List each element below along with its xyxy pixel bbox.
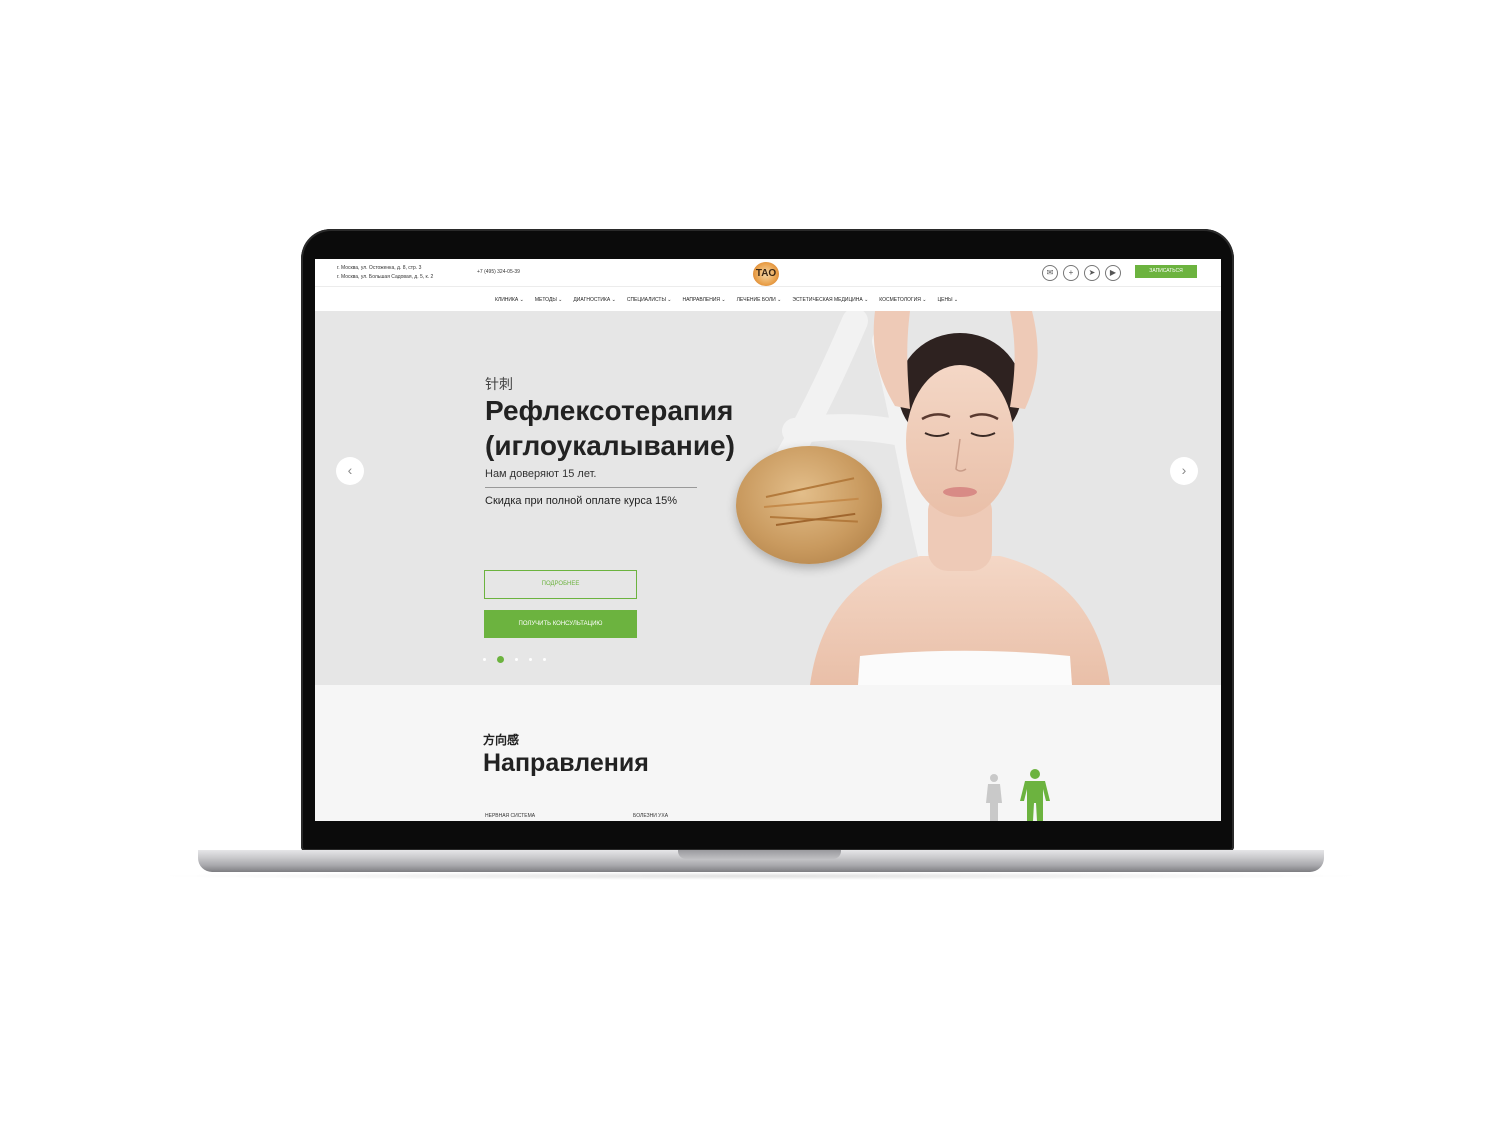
website-screen: г. Москва, ул. Остоженка, д. 8, стр. 3 г… (315, 259, 1221, 821)
laptop-notch (678, 850, 841, 859)
youtube-icon[interactable]: ▶ (1105, 265, 1121, 281)
hero-divider (485, 487, 697, 488)
phone-link[interactable]: +7 (495) 324-05-39 (477, 269, 520, 275)
nav-item-specialists[interactable]: СПЕЦИАЛИСТЫ ⌄ (627, 297, 672, 303)
address-2: г. Москва, ул. Большая Садовая, д. 5, к.… (337, 274, 434, 280)
slider-dot[interactable] (515, 658, 518, 661)
category-ear-diseases[interactable]: БОЛЕЗНИ УХА (633, 813, 668, 819)
category-nervous-system[interactable]: НЕРВНАЯ СИСТЕМА (485, 813, 535, 819)
address-1: г. Москва, ул. Остоженка, д. 8, стр. 3 (337, 265, 422, 271)
nav-item-cosmetology[interactable]: КОСМЕТОЛОГИЯ ⌄ (879, 297, 926, 303)
logo[interactable]: ТАО (753, 262, 779, 286)
top-bar: г. Москва, ул. Остоженка, д. 8, стр. 3 г… (315, 259, 1221, 287)
plus-icon[interactable]: + (1063, 265, 1079, 281)
chevron-right-icon[interactable]: › (1170, 457, 1198, 485)
slider-dot[interactable] (529, 658, 532, 661)
consult-button[interactable]: ПОЛУЧИТЬ КОНСУЛЬТАЦИЮ (484, 610, 637, 638)
hero-hanzi: 针刺 (485, 377, 513, 393)
directions-hanzi: 方向感 (483, 733, 520, 747)
logo-text: ТАО (755, 268, 777, 279)
nav-list: КЛИНИКА ⌄ МЕТОДЫ ⌄ ДИАГНОСТИКА ⌄ СПЕЦИАЛ… (495, 297, 958, 303)
telegram-icon[interactable]: ➤ (1084, 265, 1100, 281)
hero-discount: Скидка при полной оплате курса 15% (485, 495, 678, 507)
main-nav: КЛИНИКА ⌄ МЕТОДЫ ⌄ ДИАГНОСТИКА ⌄ СПЕЦИАЛ… (315, 289, 1221, 311)
male-figure-icon[interactable] (1019, 769, 1051, 821)
nav-item-prices[interactable]: ЦЕНЫ ⌄ (937, 297, 958, 303)
nav-item-aesthetic-medicine[interactable]: ЭСТЕТИЧЕСКАЯ МЕДИЦИНА ⌄ (792, 297, 868, 303)
hero-subtitle: Нам доверяют 15 лет. (485, 468, 597, 480)
female-figure-icon[interactable] (983, 773, 1005, 821)
vk-icon[interactable]: ✉ (1042, 265, 1058, 281)
slider-dots (483, 656, 546, 663)
nav-item-pain-treatment[interactable]: ЛЕЧЕНИЕ БОЛИ ⌄ (737, 297, 782, 303)
nav-item-directions[interactable]: НАПРАВЛЕНИЯ ⌄ (683, 297, 726, 303)
addresses: г. Москва, ул. Остоженка, д. 8, стр. 3 г… (337, 264, 433, 282)
slider-dot[interactable] (483, 658, 486, 661)
book-button[interactable]: ЗАПИСАТЬСЯ (1135, 265, 1197, 278)
more-button[interactable]: ПОДРОБНЕЕ (484, 570, 637, 599)
slider-dot[interactable] (497, 656, 504, 663)
slider-dot[interactable] (543, 658, 546, 661)
chevron-left-icon[interactable]: ‹ (336, 457, 364, 485)
hero-slider: 针刺 Рефлексотерапия (иглоукалывание) Нам д… (315, 311, 1221, 685)
hero-title: Рефлексотерапия (иглоукалывание) (485, 395, 735, 461)
needles-plate (736, 446, 882, 564)
directions-section: 方向感 Направления НЕРВНАЯ СИСТЕМА БОЛЕЗНИ … (315, 685, 1221, 821)
nav-item-clinic[interactable]: КЛИНИКА ⌄ (495, 297, 524, 303)
directions-title: Направления (483, 749, 649, 777)
laptop-shadow (150, 872, 1370, 880)
nav-item-methods[interactable]: МЕТОДЫ ⌄ (535, 297, 563, 303)
nav-item-diagnostics[interactable]: ДИАГНОСТИКА ⌄ (573, 297, 615, 303)
